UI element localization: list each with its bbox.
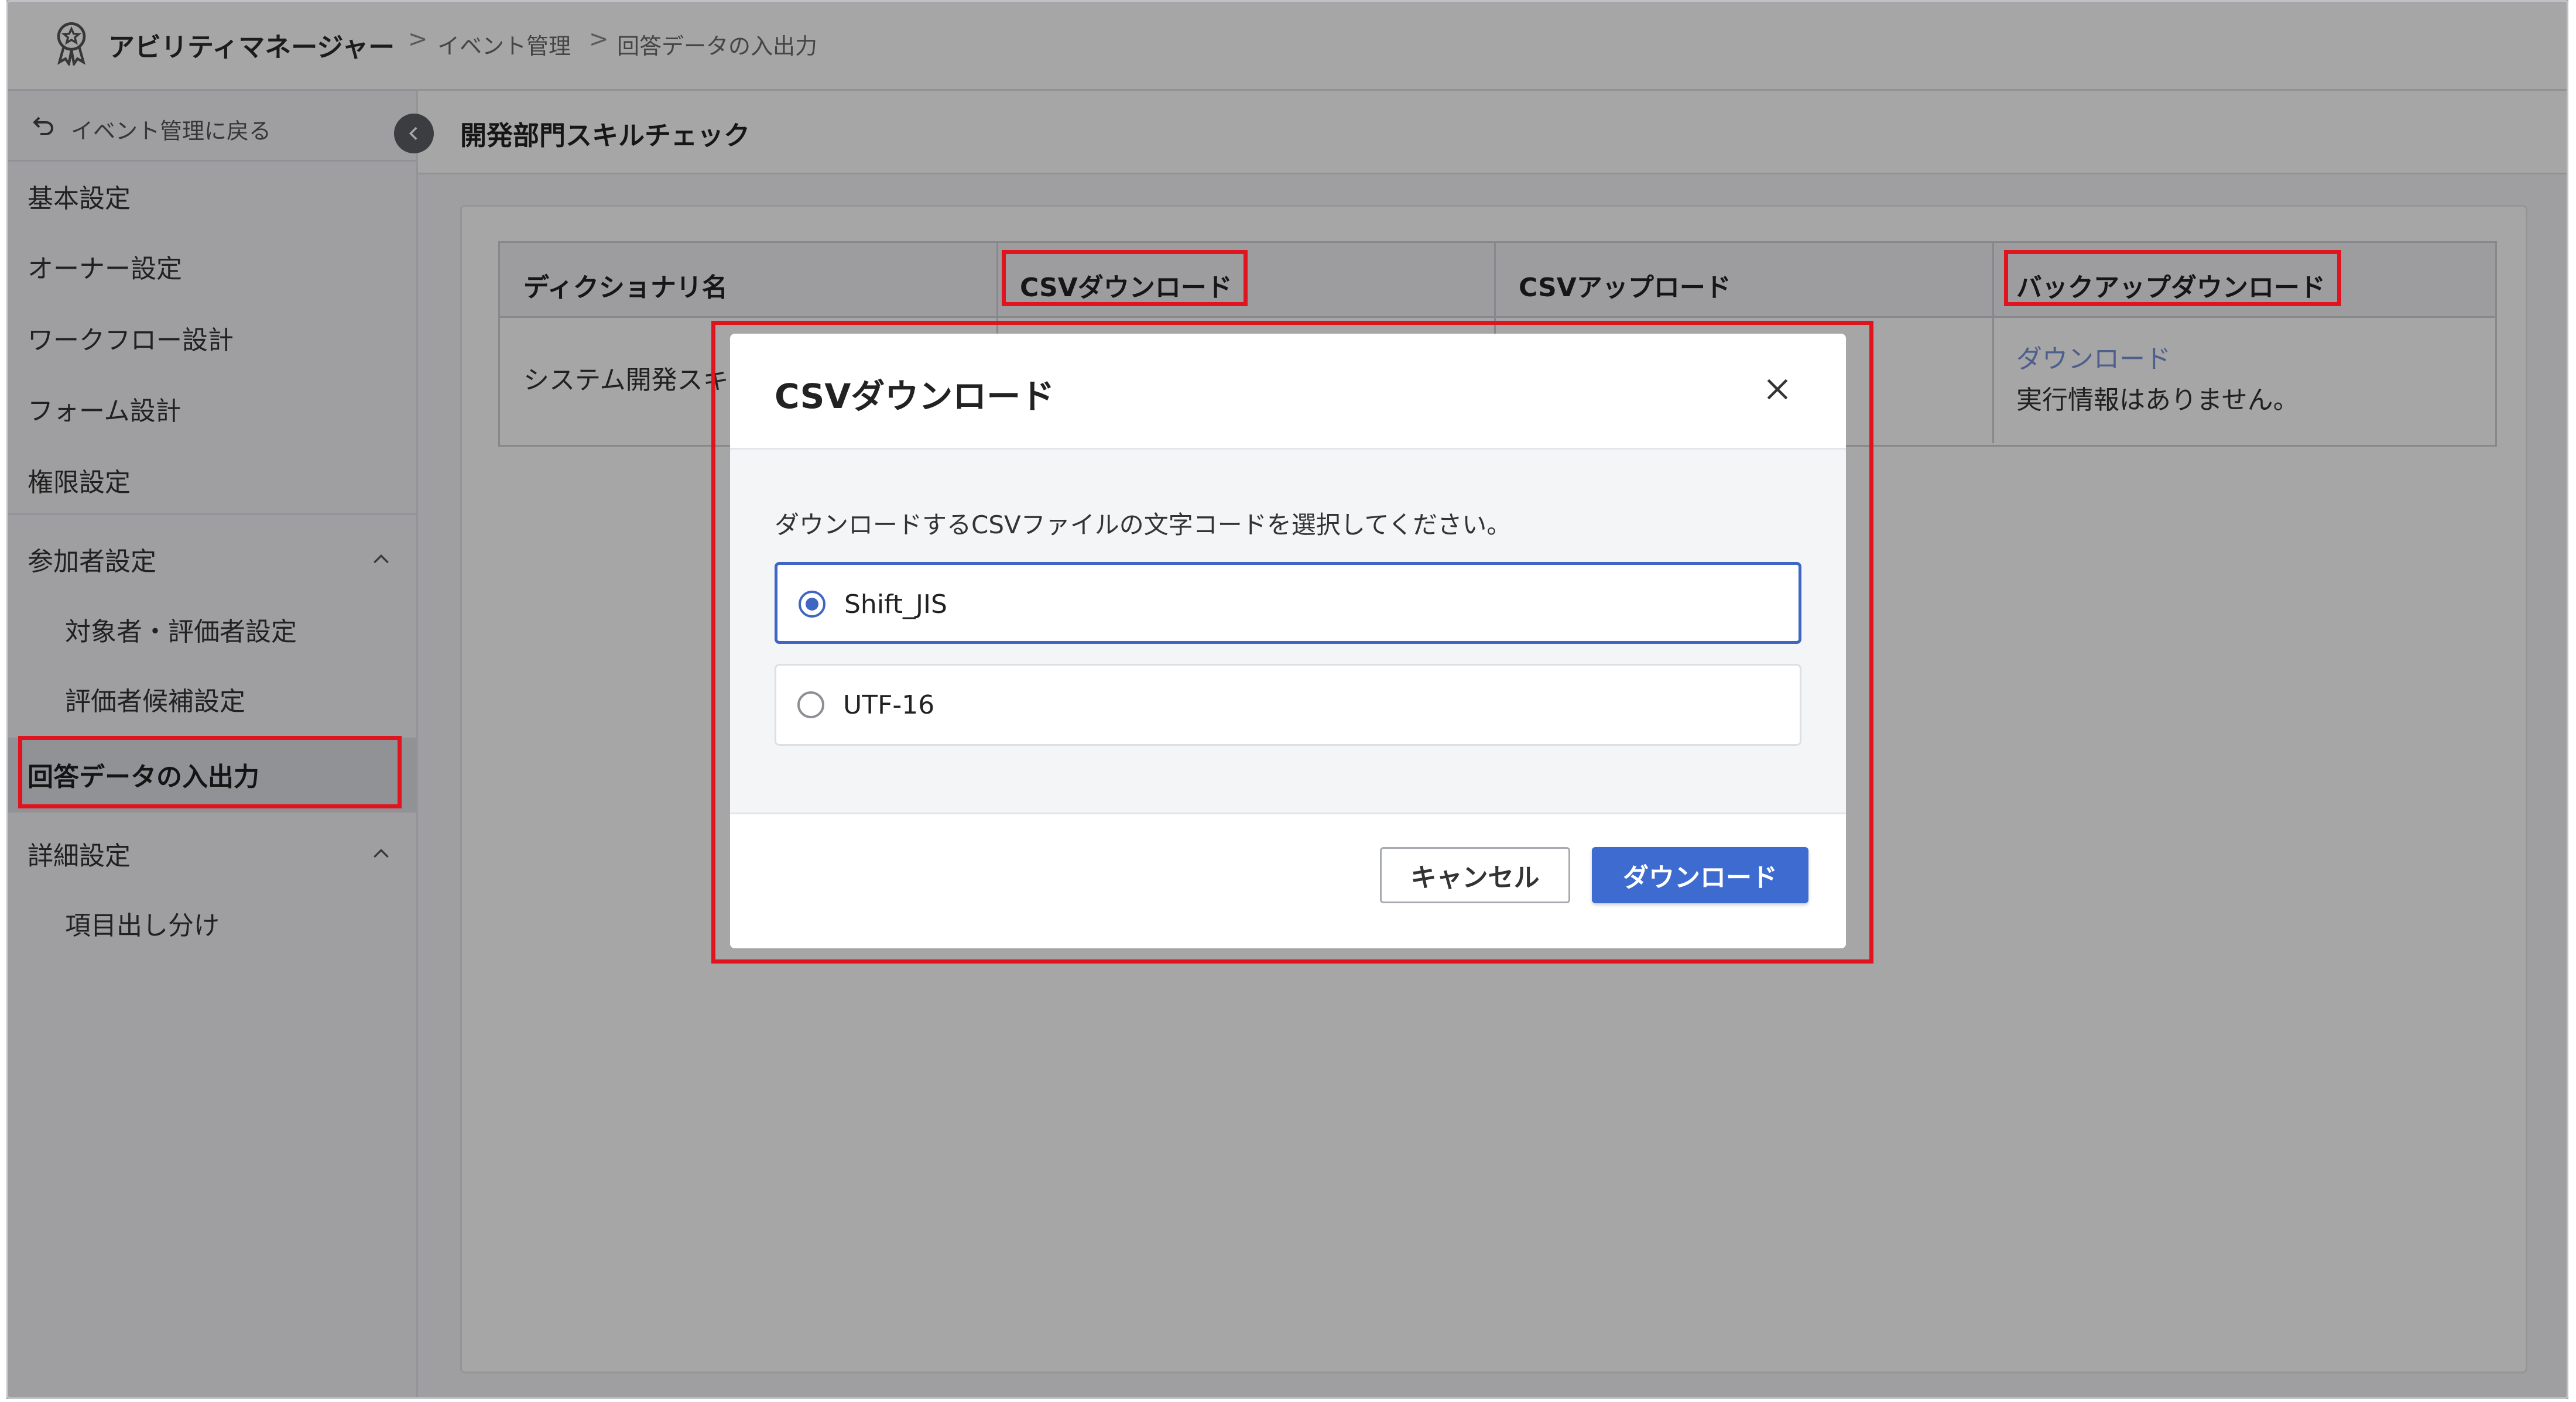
highlight-backup-download-header	[2004, 250, 2341, 306]
highlight-sidebar-active-item	[18, 736, 402, 808]
app-window: アビリティマネージャー > イベント管理 > 回答データの入出力 イベント管理に…	[6, 0, 2568, 1399]
highlight-csv-download-header	[1002, 250, 1248, 306]
highlight-csv-dialog	[711, 321, 1873, 964]
